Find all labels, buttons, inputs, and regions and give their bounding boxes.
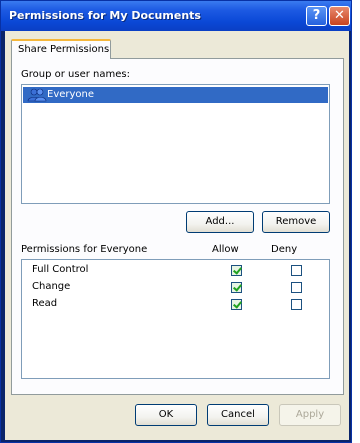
users-icon [27, 88, 47, 102]
permissions-label: Permissions for Everyone [21, 244, 148, 255]
allow-checkbox[interactable] [231, 265, 242, 276]
help-icon: ? [312, 8, 321, 23]
tab-panel: Group or user names: Everyone Add... Rem… [11, 58, 344, 395]
title-bar[interactable]: Permissions for My Documents ? ✕ [1, 1, 351, 31]
permission-row-read: Read [22, 297, 329, 313]
dialog-body: Share Permissions Group or user names: E… [5, 31, 349, 440]
deny-checkbox[interactable] [291, 265, 302, 276]
group-user-names-label: Group or user names: [21, 69, 130, 80]
deny-column-header: Deny [271, 244, 298, 255]
deny-checkbox[interactable] [291, 282, 302, 293]
cancel-button[interactable]: Cancel [207, 404, 269, 426]
permission-name: Change [32, 281, 71, 292]
permissions-dialog: Permissions for My Documents ? ✕ Share P… [0, 0, 352, 443]
allow-checkbox[interactable] [231, 299, 242, 310]
permission-name: Read [32, 298, 58, 309]
window-title: Permissions for My Documents [9, 9, 201, 22]
add-button[interactable]: Add... [186, 211, 254, 233]
tab-label: Share Permissions [18, 44, 110, 55]
help-button[interactable]: ? [306, 6, 327, 26]
user-list[interactable]: Everyone [21, 84, 330, 204]
remove-button[interactable]: Remove [262, 211, 330, 233]
permissions-list: Full Control Change Read [21, 259, 330, 379]
close-icon: ✕ [334, 8, 345, 23]
deny-checkbox[interactable] [291, 299, 302, 310]
allow-checkbox[interactable] [231, 282, 242, 293]
permission-row-change: Change [22, 280, 329, 296]
list-item-everyone[interactable]: Everyone [23, 87, 328, 103]
ok-button[interactable]: OK [135, 404, 197, 426]
apply-button: Apply [279, 404, 341, 426]
permission-name: Full Control [32, 264, 89, 275]
tab-share-permissions[interactable]: Share Permissions [11, 39, 111, 59]
list-item-label: Everyone [47, 89, 95, 100]
allow-column-header: Allow [212, 244, 239, 255]
permission-row-full-control: Full Control [22, 263, 329, 279]
close-button[interactable]: ✕ [329, 6, 350, 26]
